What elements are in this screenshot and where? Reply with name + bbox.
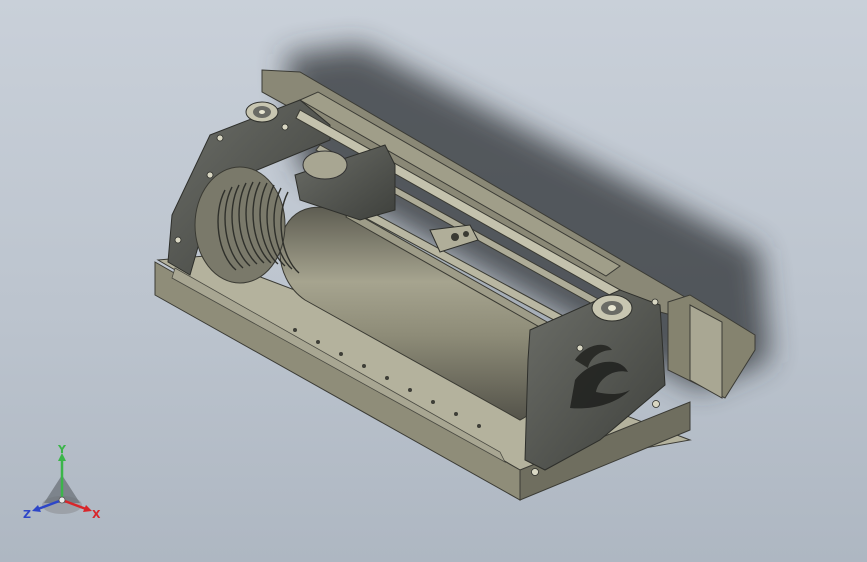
- pulley-top-left: [245, 101, 279, 123]
- spring-cylinder: [302, 150, 348, 180]
- pulley-right: [591, 294, 633, 322]
- y-axis-label: Y: [57, 445, 67, 456]
- x-axis-label: X: [92, 508, 101, 521]
- winch-assembly-model[interactable]: [0, 0, 867, 562]
- cad-graphics-viewport[interactable]: Y X Z: [0, 0, 867, 562]
- z-axis-label: Z: [23, 508, 31, 521]
- view-orientation-triad[interactable]: Y X Z: [22, 445, 112, 525]
